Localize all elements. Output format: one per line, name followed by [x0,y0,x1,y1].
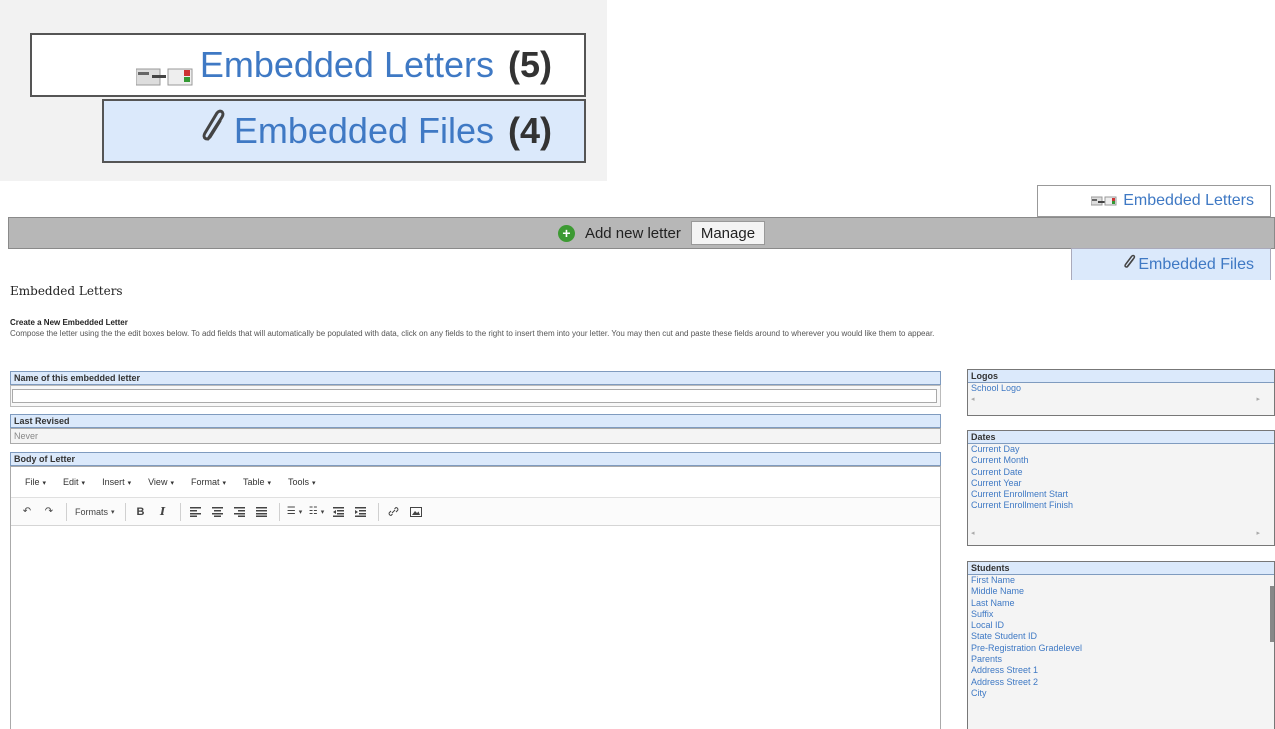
paperclip-icon [1123,254,1137,275]
tab-embedded-files[interactable]: Embedded Files [1071,248,1271,280]
letter-icon [1091,196,1117,207]
student-field-item[interactable]: First Name [968,575,1274,586]
scroll-right-icon: ▸ [1256,529,1260,537]
zoom-files-count: (4) [508,110,552,151]
name-field-label: Name of this embedded letter [10,371,941,385]
paperclip-icon [200,109,228,154]
formats-dropdown[interactable]: Formats ▾ [72,502,118,522]
manage-button[interactable]: Manage [690,221,766,245]
zoom-letters-label: Embedded Letters [199,44,494,85]
zoom-files-label: Embedded Files [233,110,494,151]
align-left-icon[interactable] [186,502,206,522]
page-description: Compose the letter using the the edit bo… [10,329,935,338]
menu-table[interactable]: Table ▾ [243,477,271,487]
letter-icon [135,54,194,86]
student-field-item[interactable]: Middle Name [968,586,1274,597]
align-center-icon[interactable] [208,502,228,522]
toolbar-divider [124,502,126,521]
menu-file[interactable]: File ▾ [25,477,46,487]
date-field-item[interactable]: Current Month [968,455,1274,466]
logos-scrollbar[interactable]: ◂ ▸ [968,394,1274,404]
student-field-item[interactable]: Address Street 1 [968,665,1274,676]
image-icon[interactable] [406,502,426,522]
student-field-item[interactable]: Local ID [968,620,1274,631]
student-field-item[interactable]: Parents [968,654,1274,665]
student-field-item[interactable]: Last Name [968,598,1274,609]
menu-tools[interactable]: Tools ▾ [288,477,316,487]
date-field-item[interactable]: Current Day [968,444,1274,455]
bullet-list-icon[interactable]: ☰ ▾ [285,502,305,522]
zoom-tab-embedded-files[interactable]: Embedded Files (4) [102,99,586,163]
scroll-left-icon: ◂ [971,396,975,404]
tab-embedded-letters-label: Embedded Letters [1123,192,1254,209]
page-title: Embedded Letters [10,284,123,298]
italic-icon[interactable]: I [153,502,173,522]
menu-edit[interactable]: Edit ▾ [63,477,85,487]
date-field-item[interactable]: Current Enrollment Finish [968,500,1274,511]
dates-panel-title: Dates [968,431,1274,444]
student-field-item[interactable]: Address Street 2 [968,677,1274,688]
student-field-item[interactable]: Suffix [968,609,1274,620]
add-new-letter-button[interactable]: + Add new letter [557,224,681,242]
logos-panel: Logos School Logo ◂ ▸ [967,369,1275,416]
students-panel-title: Students [968,562,1274,575]
body-of-letter-label: Body of Letter [10,452,941,466]
editor-content-area[interactable] [11,526,940,726]
action-bar: + Add new letter Manage [8,217,1275,249]
numbered-list-icon[interactable]: ☷ ▾ [307,502,327,522]
editor-menubar: File ▾ Edit ▾ Insert ▾ View ▾ Format ▾ Table ▾… [11,467,940,498]
toolbar-divider [377,502,379,521]
menu-view[interactable]: View ▾ [148,477,174,487]
undo-icon[interactable]: ↶ [17,502,37,522]
zoom-letters-count: (5) [508,44,552,85]
bold-icon[interactable]: B [131,502,151,522]
zoom-tab-embedded-letters[interactable]: Embedded Letters (5) [30,33,586,97]
rich-text-editor: File ▾ Edit ▾ Insert ▾ View ▾ Format ▾ Table ▾… [10,466,941,729]
student-field-item[interactable]: Pre-Registration Gradelevel [968,643,1274,654]
link-icon[interactable] [384,502,404,522]
indent-icon[interactable] [351,502,371,522]
toolbar-divider [278,502,280,521]
dates-scrollbar[interactable]: ◂ ▸ [968,528,1274,538]
logo-field-item[interactable]: School Logo [968,383,1274,394]
date-field-item[interactable]: Current Date [968,467,1274,478]
editor-toolbar: ↶ ↷ Formats ▾ B I ☰ ▾ ☷ ▾ [11,498,940,526]
toolbar-divider [66,502,67,521]
toolbar-divider [179,502,181,521]
dates-panel: Dates Current Day Current Month Current … [967,430,1275,546]
student-field-item[interactable]: City [968,688,1274,699]
plus-circle-icon: + [557,224,575,242]
last-revised-value: Never [10,428,941,444]
tab-embedded-files-label: Embedded Files [1138,255,1254,273]
letter-name-input[interactable] [12,389,937,403]
students-panel: Students First Name Middle Name Last Nam… [967,561,1275,729]
tab-embedded-letters[interactable]: Embedded Letters [1037,185,1271,217]
zoom-callout: Embedded Letters (5) Embedded Files (4) [0,0,607,181]
date-field-item[interactable]: Current Year [968,478,1274,489]
student-field-item[interactable]: State Student ID [968,631,1274,642]
scroll-right-icon: ▸ [1256,396,1260,404]
menu-insert[interactable]: Insert ▾ [102,477,131,487]
align-right-icon[interactable] [230,502,250,522]
date-field-item[interactable]: Current Enrollment Start [968,489,1274,500]
section-title: Create a New Embedded Letter [10,318,128,327]
last-revised-label: Last Revised [10,414,941,428]
redo-icon[interactable]: ↷ [39,502,59,522]
scroll-left-icon: ◂ [971,529,975,537]
menu-format[interactable]: Format ▾ [191,477,226,487]
logos-panel-title: Logos [968,370,1274,383]
add-new-letter-label: Add new letter [584,224,681,242]
students-scrollbar[interactable] [1270,586,1274,642]
align-justify-icon[interactable] [252,502,272,522]
outdent-icon[interactable] [329,502,349,522]
